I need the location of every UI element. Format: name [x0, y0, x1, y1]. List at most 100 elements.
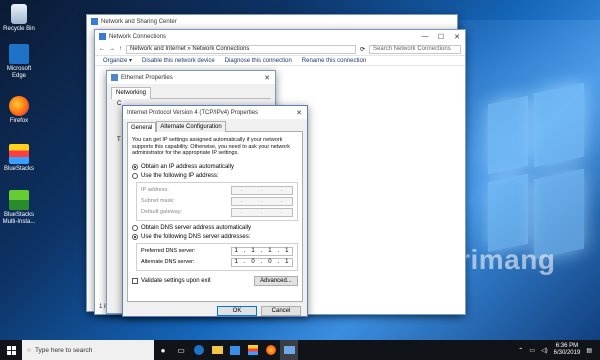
- diagnose-button[interactable]: Diagnose this connection: [225, 58, 292, 64]
- connect-using-label: C: [117, 101, 122, 107]
- tab-strip: General Alternate Configuration: [127, 121, 303, 133]
- radio-button[interactable]: [132, 225, 138, 231]
- microphone-icon[interactable]: ●: [154, 340, 172, 360]
- radio-button[interactable]: [132, 173, 138, 179]
- breadcrumb-separator: »: [185, 46, 193, 52]
- desktop-icon-label: Recycle Bin: [3, 26, 35, 32]
- subnet-mask-field[interactable]: ...: [231, 196, 293, 206]
- desktop-icon-label: BlueStacks: [3, 166, 34, 172]
- cancel-button[interactable]: Cancel: [261, 306, 301, 316]
- clock[interactable]: 6:36 PM 6/30/2019: [554, 343, 581, 357]
- taskbar: ○ Type here to search ● ▭ ⌃ ▭ ◁) 6:36 PM…: [0, 340, 600, 360]
- breadcrumb-item[interactable]: Network and Internet: [130, 46, 186, 52]
- search-input[interactable]: Search Network Connections: [369, 44, 461, 54]
- option-label: Obtain an IP address automatically: [141, 164, 234, 170]
- titlebar[interactable]: Network Connections — ☐ ✕: [95, 30, 465, 43]
- titlebar[interactable]: Internet Protocol Version 4 (TCP/IPv4) P…: [123, 106, 307, 119]
- desktop-icon-bluestacks[interactable]: BlueStacks: [2, 144, 36, 173]
- octet: 0: [251, 259, 256, 265]
- octet: 1: [251, 248, 256, 254]
- firefox-icon: [9, 96, 29, 116]
- address-bar-row: ← → ↑ Network and Internet » Network Con…: [95, 43, 465, 55]
- up-icon[interactable]: ↑: [119, 46, 122, 52]
- tab-alternate-configuration[interactable]: Alternate Configuration: [156, 121, 226, 132]
- edge-icon: [9, 44, 29, 64]
- maximize-button[interactable]: ☐: [433, 33, 449, 41]
- field-label: Default gateway:: [141, 209, 182, 215]
- close-button[interactable]: ✕: [449, 33, 465, 41]
- desktop-icon-firefox[interactable]: Firefox: [2, 96, 36, 125]
- disable-device-button[interactable]: Disable this network device: [142, 58, 215, 64]
- field-label: Preferred DNS server:: [141, 248, 196, 254]
- firefox-taskbar-icon[interactable]: [262, 340, 280, 360]
- general-panel: You can get IP settings assigned automat…: [127, 132, 303, 302]
- network-connections-taskbar-icon[interactable]: [280, 340, 298, 360]
- validate-checkbox[interactable]: [132, 277, 138, 284]
- ip-address-field[interactable]: ...: [231, 185, 293, 195]
- search-placeholder: Type here to search: [34, 346, 93, 354]
- close-button[interactable]: ✕: [259, 74, 275, 82]
- octet: 1: [285, 259, 290, 265]
- preferred-dns-field[interactable]: 1. 1. 1. 1: [231, 246, 293, 256]
- octet: 1: [285, 248, 290, 254]
- taskbar-search-input[interactable]: ○ Type here to search: [22, 340, 154, 360]
- start-button[interactable]: [0, 340, 22, 360]
- octet: 0: [268, 259, 273, 265]
- dialog-buttons: OK Cancel: [123, 302, 307, 316]
- toolbar: Organize ▾ Disable this network device D…: [95, 55, 465, 66]
- titlebar[interactable]: Network and Sharing Center: [87, 15, 457, 28]
- edge-taskbar-icon[interactable]: [190, 340, 208, 360]
- radio-button-selected[interactable]: [132, 164, 138, 170]
- field-label: Alternate DNS server:: [141, 259, 195, 265]
- bluestacks-multi-icon: [9, 190, 29, 210]
- file-explorer-icon[interactable]: [208, 340, 226, 360]
- subnet-mask-row: Subnet mask: ...: [141, 196, 293, 207]
- minimize-button[interactable]: —: [417, 33, 433, 40]
- octet: 1: [234, 248, 239, 254]
- breadcrumb-item[interactable]: Network Connections: [192, 46, 249, 52]
- system-tray: ⌃ ▭ ◁) 6:36 PM 6/30/2019 ▤: [518, 340, 592, 360]
- notifications-icon[interactable]: ▤: [586, 347, 592, 354]
- desktop-icon-edge[interactable]: Microsoft Edge: [2, 44, 36, 80]
- store-icon[interactable]: [226, 340, 244, 360]
- forward-icon[interactable]: →: [109, 46, 115, 52]
- network-icon: [91, 18, 98, 25]
- tab-strip: Networking: [111, 87, 271, 99]
- clock-time: 6:36 PM: [555, 343, 579, 349]
- default-gateway-field[interactable]: ...: [231, 207, 293, 217]
- ethernet-icon: [111, 74, 118, 81]
- back-icon[interactable]: ←: [99, 46, 105, 52]
- alternate-dns-field[interactable]: 1. 0. 0. 1: [231, 257, 293, 267]
- window-title: Ethernet Properties: [121, 74, 173, 81]
- dialog-title: Internet Protocol Version 4 (TCP/IPv4) P…: [127, 109, 259, 116]
- ok-button[interactable]: OK: [217, 306, 257, 316]
- bluestacks-taskbar-icon[interactable]: [244, 340, 262, 360]
- obtain-dns-auto-option[interactable]: Obtain DNS server address automatically: [132, 224, 298, 233]
- ipv4-properties-dialog[interactable]: Internet Protocol Version 4 (TCP/IPv4) P…: [122, 105, 308, 317]
- windows-start-icon: [6, 345, 16, 355]
- desktop-icon-recycle-bin[interactable]: Recycle Bin: [2, 4, 36, 33]
- titlebar[interactable]: Ethernet Properties ✕: [107, 71, 275, 84]
- close-button[interactable]: ✕: [291, 109, 307, 117]
- task-view-icon[interactable]: ▭: [172, 340, 190, 360]
- use-static-dns-option[interactable]: Use the following DNS server addresses:: [132, 233, 298, 242]
- radio-button-selected[interactable]: [132, 234, 138, 240]
- bluestacks-icon: [9, 144, 29, 164]
- volume-icon[interactable]: ◁): [541, 347, 548, 354]
- advanced-button[interactable]: Advanced...: [254, 275, 298, 286]
- option-label: Use the following IP address:: [141, 173, 219, 179]
- items-label: T: [117, 137, 121, 143]
- network-tray-icon[interactable]: ▭: [529, 347, 535, 354]
- chevron-up-icon[interactable]: ⌃: [518, 347, 523, 354]
- organize-button[interactable]: Organize ▾: [103, 57, 132, 64]
- checkbox-label: Validate settings upon exit: [141, 277, 211, 284]
- use-static-ip-option[interactable]: Use the following IP address:: [132, 172, 298, 181]
- obtain-ip-auto-option[interactable]: Obtain an IP address automatically: [132, 163, 298, 172]
- desktop-icon-bluestacks-multi[interactable]: BlueStacks Multi-Insta...: [2, 190, 36, 226]
- tab-networking[interactable]: Networking: [111, 87, 152, 99]
- validate-checkbox-row[interactable]: Validate settings upon exit: [132, 276, 211, 285]
- octet: 1: [268, 248, 273, 254]
- rename-button[interactable]: Rename this connection: [302, 58, 366, 64]
- refresh-icon[interactable]: ⟳: [360, 46, 365, 53]
- address-bar[interactable]: Network and Internet » Network Connectio…: [126, 44, 356, 54]
